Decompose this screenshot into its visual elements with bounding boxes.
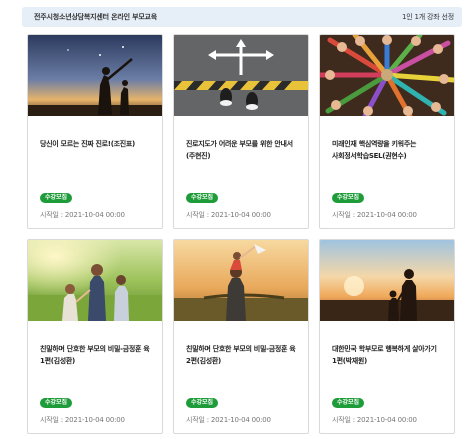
status-badge: 수강모집 bbox=[186, 398, 219, 408]
course-title[interactable]: 진로지도가 어려운 부모를 위한 안내서(주현진) bbox=[186, 138, 302, 162]
course-card[interactable]: 대한민국 학부모로 행복하게 살아가기 1편(박재원) 수강모집 시작일 : 2… bbox=[319, 239, 455, 434]
selection-note: 1인 1개 강좌 선정 bbox=[401, 13, 454, 21]
course-card[interactable]: 진로지도가 어려운 부모를 위한 안내서(주현진) 수강모집 시작일 : 202… bbox=[173, 34, 309, 229]
course-card[interactable]: 미래인재 핵심역량을 키워주는 사회정서학습SEL(권현수) 수강모집 시작일 … bbox=[319, 34, 455, 229]
status-badge: 수강모집 bbox=[40, 193, 73, 203]
course-thumbnail-image[interactable] bbox=[320, 35, 454, 116]
page-header: 전주시청소년상담복지센터 온라인 부모교육 1인 1개 강좌 선정 bbox=[22, 7, 462, 27]
course-title[interactable]: 당신이 모르는 진짜 진로!(조진표) bbox=[40, 138, 156, 150]
course-title[interactable]: 친밀하며 단호한 부모의 비밀-금정훈 육 1편(김성환) bbox=[40, 343, 156, 367]
course-card[interactable]: 친밀하며 단호한 부모의 비밀-금정훈 육 1편(김성환) 수강모집 시작일 :… bbox=[27, 239, 163, 434]
status-badge: 수강모집 bbox=[186, 193, 219, 203]
course-title[interactable]: 친밀하며 단호한 부모의 비밀-금정훈 육 2편(김성환) bbox=[186, 343, 302, 367]
status-badge: 수강모집 bbox=[332, 398, 365, 408]
course-thumbnail-image[interactable] bbox=[174, 35, 308, 116]
course-card[interactable]: 당신이 모르는 진짜 진로!(조진표) 수강모집 시작일 : 2021-10-0… bbox=[27, 34, 163, 229]
course-page: 전주시청소년상담복지센터 온라인 부모교육 1인 1개 강좌 선정 당신이 모르… bbox=[0, 0, 476, 439]
start-date: 시작일 : 2021-10-04 00:00 bbox=[186, 416, 271, 424]
course-thumbnail-image[interactable] bbox=[174, 240, 308, 321]
start-date: 시작일 : 2021-10-04 00:00 bbox=[40, 211, 125, 219]
course-thumbnail-image[interactable] bbox=[320, 240, 454, 321]
course-title[interactable]: 미래인재 핵심역량을 키워주는 사회정서학습SEL(권현수) bbox=[332, 138, 448, 162]
course-thumbnail-image[interactable] bbox=[28, 35, 162, 116]
page-title: 전주시청소년상담복지센터 온라인 부모교육 bbox=[34, 13, 158, 21]
course-thumbnail-image[interactable] bbox=[28, 240, 162, 321]
start-date: 시작일 : 2021-10-04 00:00 bbox=[40, 416, 125, 424]
course-title[interactable]: 대한민국 학부모로 행복하게 살아가기 1편(박재원) bbox=[332, 343, 448, 367]
course-card[interactable]: 친밀하며 단호한 부모의 비밀-금정훈 육 2편(김성환) 수강모집 시작일 :… bbox=[173, 239, 309, 434]
start-date: 시작일 : 2021-10-04 00:00 bbox=[186, 211, 271, 219]
start-date: 시작일 : 2021-10-04 00:00 bbox=[332, 211, 417, 219]
status-badge: 수강모집 bbox=[332, 193, 365, 203]
status-badge: 수강모집 bbox=[40, 398, 73, 408]
start-date: 시작일 : 2021-10-04 00:00 bbox=[332, 416, 417, 424]
